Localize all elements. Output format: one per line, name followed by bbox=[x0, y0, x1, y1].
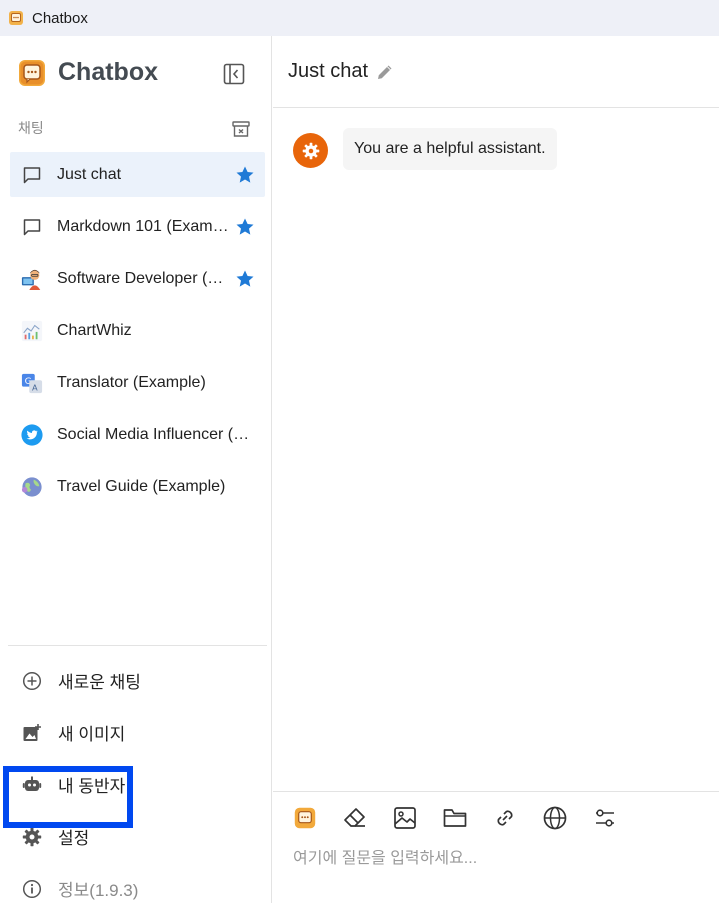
session-label: Markdown 101 (Example) bbox=[57, 217, 229, 235]
developer-avatar-icon bbox=[21, 268, 43, 290]
session-list: Just chat Markdown 101 (Example) Softwar… bbox=[10, 152, 265, 516]
chat-bubble-icon bbox=[21, 216, 43, 238]
window-titlebar: Chatbox bbox=[0, 0, 719, 36]
window-title: Chatbox bbox=[32, 9, 88, 27]
image-icon bbox=[394, 807, 416, 829]
chatbox-logo-icon bbox=[19, 59, 45, 86]
my-copilots-label: 내 동반자 bbox=[58, 777, 126, 796]
attach-image-button[interactable] bbox=[391, 804, 419, 832]
archive-icon[interactable] bbox=[231, 119, 251, 139]
translate-icon: G A bbox=[21, 372, 43, 394]
settings-label: 설정 bbox=[58, 829, 90, 848]
globe-avatar-icon bbox=[21, 476, 43, 498]
session-label: ChartWhiz bbox=[57, 321, 132, 339]
message-input[interactable] bbox=[293, 850, 703, 868]
session-item-translator[interactable]: G A Translator (Example) bbox=[10, 360, 265, 405]
about-button[interactable]: 정보(1.9.3) bbox=[10, 866, 265, 903]
pencil-icon[interactable] bbox=[376, 63, 394, 81]
star-icon[interactable] bbox=[235, 217, 255, 237]
new-image-button[interactable]: 새 이미지 bbox=[10, 710, 265, 755]
twitter-bird-icon bbox=[21, 423, 43, 446]
main-panel: Just chat You are a helpful assistant. 여… bbox=[273, 36, 719, 903]
settings-button[interactable]: 설정 bbox=[10, 814, 265, 859]
chat-bubble-icon bbox=[21, 164, 43, 186]
chat-settings-button[interactable] bbox=[591, 804, 619, 832]
model-select-button[interactable] bbox=[291, 804, 319, 832]
brand: Chatbox bbox=[18, 58, 158, 87]
session-item-markdown-101[interactable]: Markdown 101 (Example) bbox=[10, 204, 265, 249]
new-image-label: 새 이미지 bbox=[58, 725, 126, 744]
session-item-chartwhiz[interactable]: ChartWhiz bbox=[10, 308, 265, 353]
web-search-button[interactable] bbox=[541, 804, 569, 832]
new-chat-label: 새로운 채팅 bbox=[58, 673, 141, 692]
chat-title: Just chat bbox=[288, 60, 369, 82]
sliders-icon bbox=[596, 809, 614, 827]
about-label: 정보(1.9.3) bbox=[58, 881, 139, 900]
brand-name: Chatbox bbox=[58, 58, 158, 86]
message-bubble: You are a helpful assistant. bbox=[343, 128, 557, 170]
message-system: You are a helpful assistant. bbox=[293, 128, 557, 170]
chatbox-logo-icon bbox=[9, 11, 23, 25]
session-item-travel-guide[interactable]: Travel Guide (Example) bbox=[10, 464, 265, 509]
sidebar-divider bbox=[8, 645, 267, 646]
collapse-sidebar-button[interactable] bbox=[222, 62, 246, 86]
eraser-icon bbox=[344, 808, 365, 827]
robot-icon bbox=[22, 775, 42, 795]
session-label: Travel Guide (Example) bbox=[57, 477, 226, 495]
session-item-social-media-influencer[interactable]: Social Media Influencer (Example) bbox=[10, 412, 265, 457]
sidebar-collapse-icon bbox=[223, 63, 245, 85]
chart-icon bbox=[21, 320, 43, 342]
composer-toolbar bbox=[291, 804, 641, 832]
session-label: Social Media Influencer (Example) bbox=[57, 425, 255, 443]
session-label: Software Developer (Example) bbox=[57, 269, 229, 287]
star-icon[interactable] bbox=[235, 165, 255, 185]
attach-link-button[interactable] bbox=[491, 804, 519, 832]
info-icon bbox=[22, 879, 42, 899]
link-icon bbox=[497, 810, 513, 826]
sidebar-nav: 새로운 채팅 새 이미지 내 동반자 설정 정보(1.9.3) bbox=[10, 658, 265, 903]
globe-icon bbox=[543, 806, 567, 830]
folder-icon bbox=[443, 809, 467, 827]
system-avatar bbox=[293, 133, 328, 168]
my-copilots-button[interactable]: 내 동반자 bbox=[10, 762, 265, 807]
attach-file-button[interactable] bbox=[441, 804, 469, 832]
session-item-software-developer[interactable]: Software Developer (Example) bbox=[10, 256, 265, 301]
chatbox-logo-icon bbox=[294, 807, 316, 829]
gear-icon bbox=[302, 142, 319, 159]
new-chat-button[interactable]: 새로운 채팅 bbox=[10, 658, 265, 703]
svg-text:A: A bbox=[32, 382, 38, 392]
clear-context-button[interactable] bbox=[341, 804, 369, 832]
gear-icon bbox=[22, 827, 42, 847]
session-item-just-chat[interactable]: Just chat bbox=[10, 152, 265, 197]
sidebar: Chatbox 채팅 Just chat Markdown 101 (Examp… bbox=[0, 36, 272, 903]
plus-circle-icon bbox=[22, 671, 42, 691]
section-label-chats: 채팅 bbox=[18, 120, 44, 136]
composer bbox=[273, 791, 719, 903]
chat-header: Just chat bbox=[273, 36, 719, 108]
session-label: Translator (Example) bbox=[57, 373, 206, 391]
star-icon[interactable] bbox=[235, 269, 255, 289]
add-image-icon bbox=[22, 723, 42, 743]
session-label: Just chat bbox=[57, 165, 122, 183]
